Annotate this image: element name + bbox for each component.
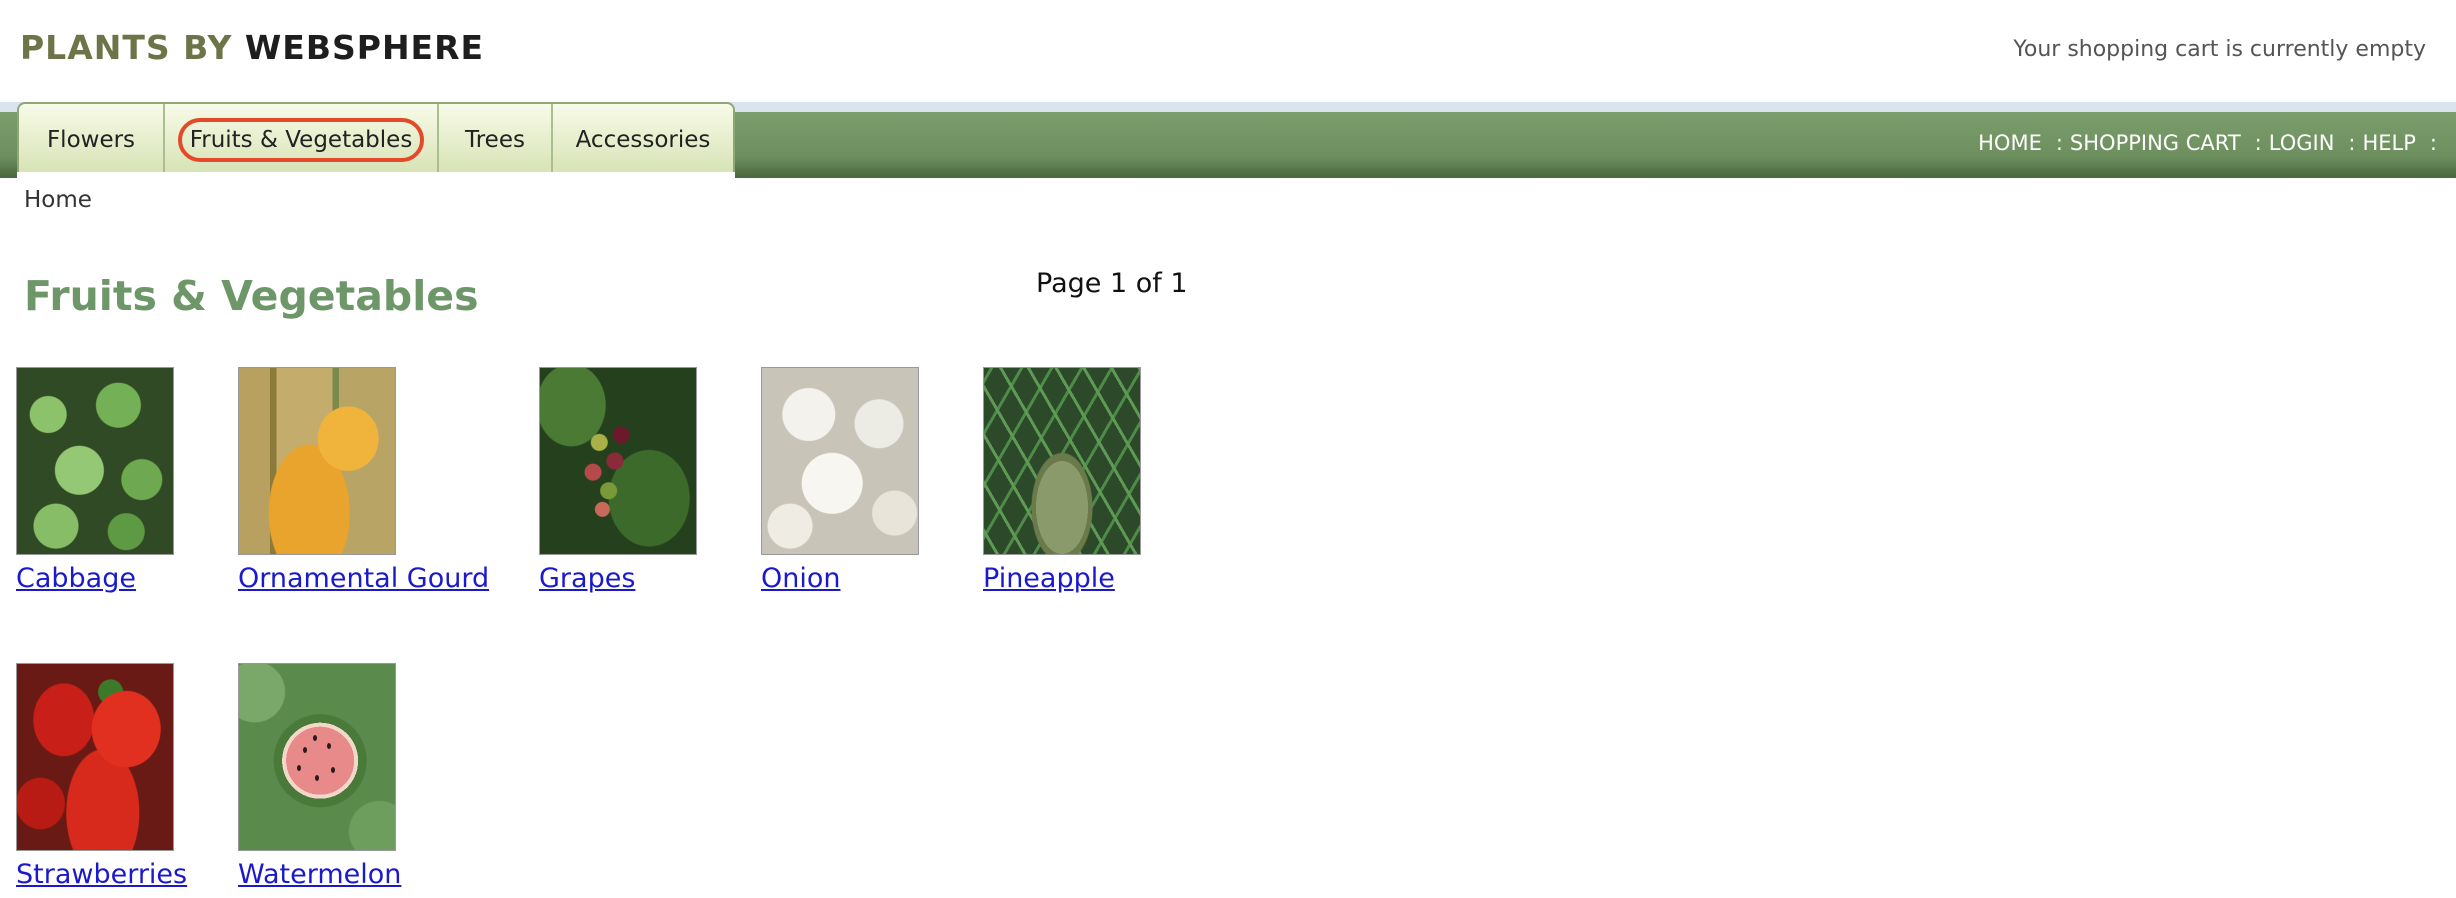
login-link[interactable]: LOGIN <box>2269 131 2335 155</box>
product-link-watermelon[interactable]: Watermelon <box>238 859 401 890</box>
top-links: HOME : SHOPPING CART : LOGIN : HELP : <box>1978 131 2444 155</box>
product-card-grapes: Grapes <box>539 367 697 594</box>
page-indicator: Page 1 of 1 <box>1036 268 1188 299</box>
product-link-ornamental-gourd[interactable]: Ornamental Gourd <box>238 563 489 594</box>
tab-accessories[interactable]: Accessories <box>553 104 733 175</box>
grapes-photo[interactable] <box>539 367 697 555</box>
strawberries-photo[interactable] <box>16 663 174 851</box>
tab-accessories-label: Accessories <box>575 126 711 153</box>
tab-flowers-label: Flowers <box>46 126 136 153</box>
product-card-onion: Onion <box>761 367 919 594</box>
home-link[interactable]: HOME <box>1978 131 2042 155</box>
product-card-watermelon: Watermelon <box>238 663 401 890</box>
logo-text-plants: PLANTS BY <box>20 28 233 67</box>
product-card-cabbage: Cabbage <box>16 367 174 594</box>
shopping-cart-link[interactable]: SHOPPING CART <box>2070 131 2241 155</box>
tab-flowers[interactable]: Flowers <box>19 104 165 175</box>
cabbage-photo[interactable] <box>16 367 174 555</box>
tab-trees[interactable]: Trees <box>439 104 553 175</box>
link-separator: : <box>2429 131 2437 155</box>
product-card-ornamental-gourd: Ornamental Gourd <box>238 367 489 594</box>
product-link-onion[interactable]: Onion <box>761 563 919 594</box>
product-card-strawberries: Strawberries <box>16 663 187 890</box>
link-separator: : <box>2348 131 2356 155</box>
watermelon-photo[interactable] <box>238 663 396 851</box>
category-tabs: Flowers Fruits & Vegetables Trees Access… <box>17 102 735 175</box>
tab-trees-label: Trees <box>465 126 525 153</box>
pineapple-photo[interactable] <box>983 367 1141 555</box>
tab-fruits-vegetables[interactable]: Fruits & Vegetables <box>165 104 439 175</box>
product-link-strawberries[interactable]: Strawberries <box>16 859 187 890</box>
tabs-bottom-strip <box>17 172 735 178</box>
onion-photo[interactable] <box>761 367 919 555</box>
page-title: Fruits & Vegetables <box>24 272 479 320</box>
site-logo[interactable]: PLANTS BY WEBSPHERE <box>20 28 484 67</box>
product-link-grapes[interactable]: Grapes <box>539 563 697 594</box>
help-link[interactable]: HELP <box>2362 131 2415 155</box>
product-card-pineapple: Pineapple <box>983 367 1141 594</box>
site-header: PLANTS BY WEBSPHERE Your shopping cart i… <box>0 0 2456 102</box>
tab-fruits-vegetables-label: Fruits & Vegetables <box>177 117 425 162</box>
gourd-photo[interactable] <box>238 367 396 555</box>
link-separator: : <box>2254 131 2262 155</box>
link-separator: : <box>2055 131 2063 155</box>
product-link-cabbage[interactable]: Cabbage <box>16 563 174 594</box>
logo-text-websphere: WEBSPHERE <box>244 28 485 67</box>
breadcrumb[interactable]: Home <box>24 187 92 213</box>
cart-status-text: Your shopping cart is currently empty <box>2013 37 2426 62</box>
product-link-pineapple[interactable]: Pineapple <box>983 563 1141 594</box>
